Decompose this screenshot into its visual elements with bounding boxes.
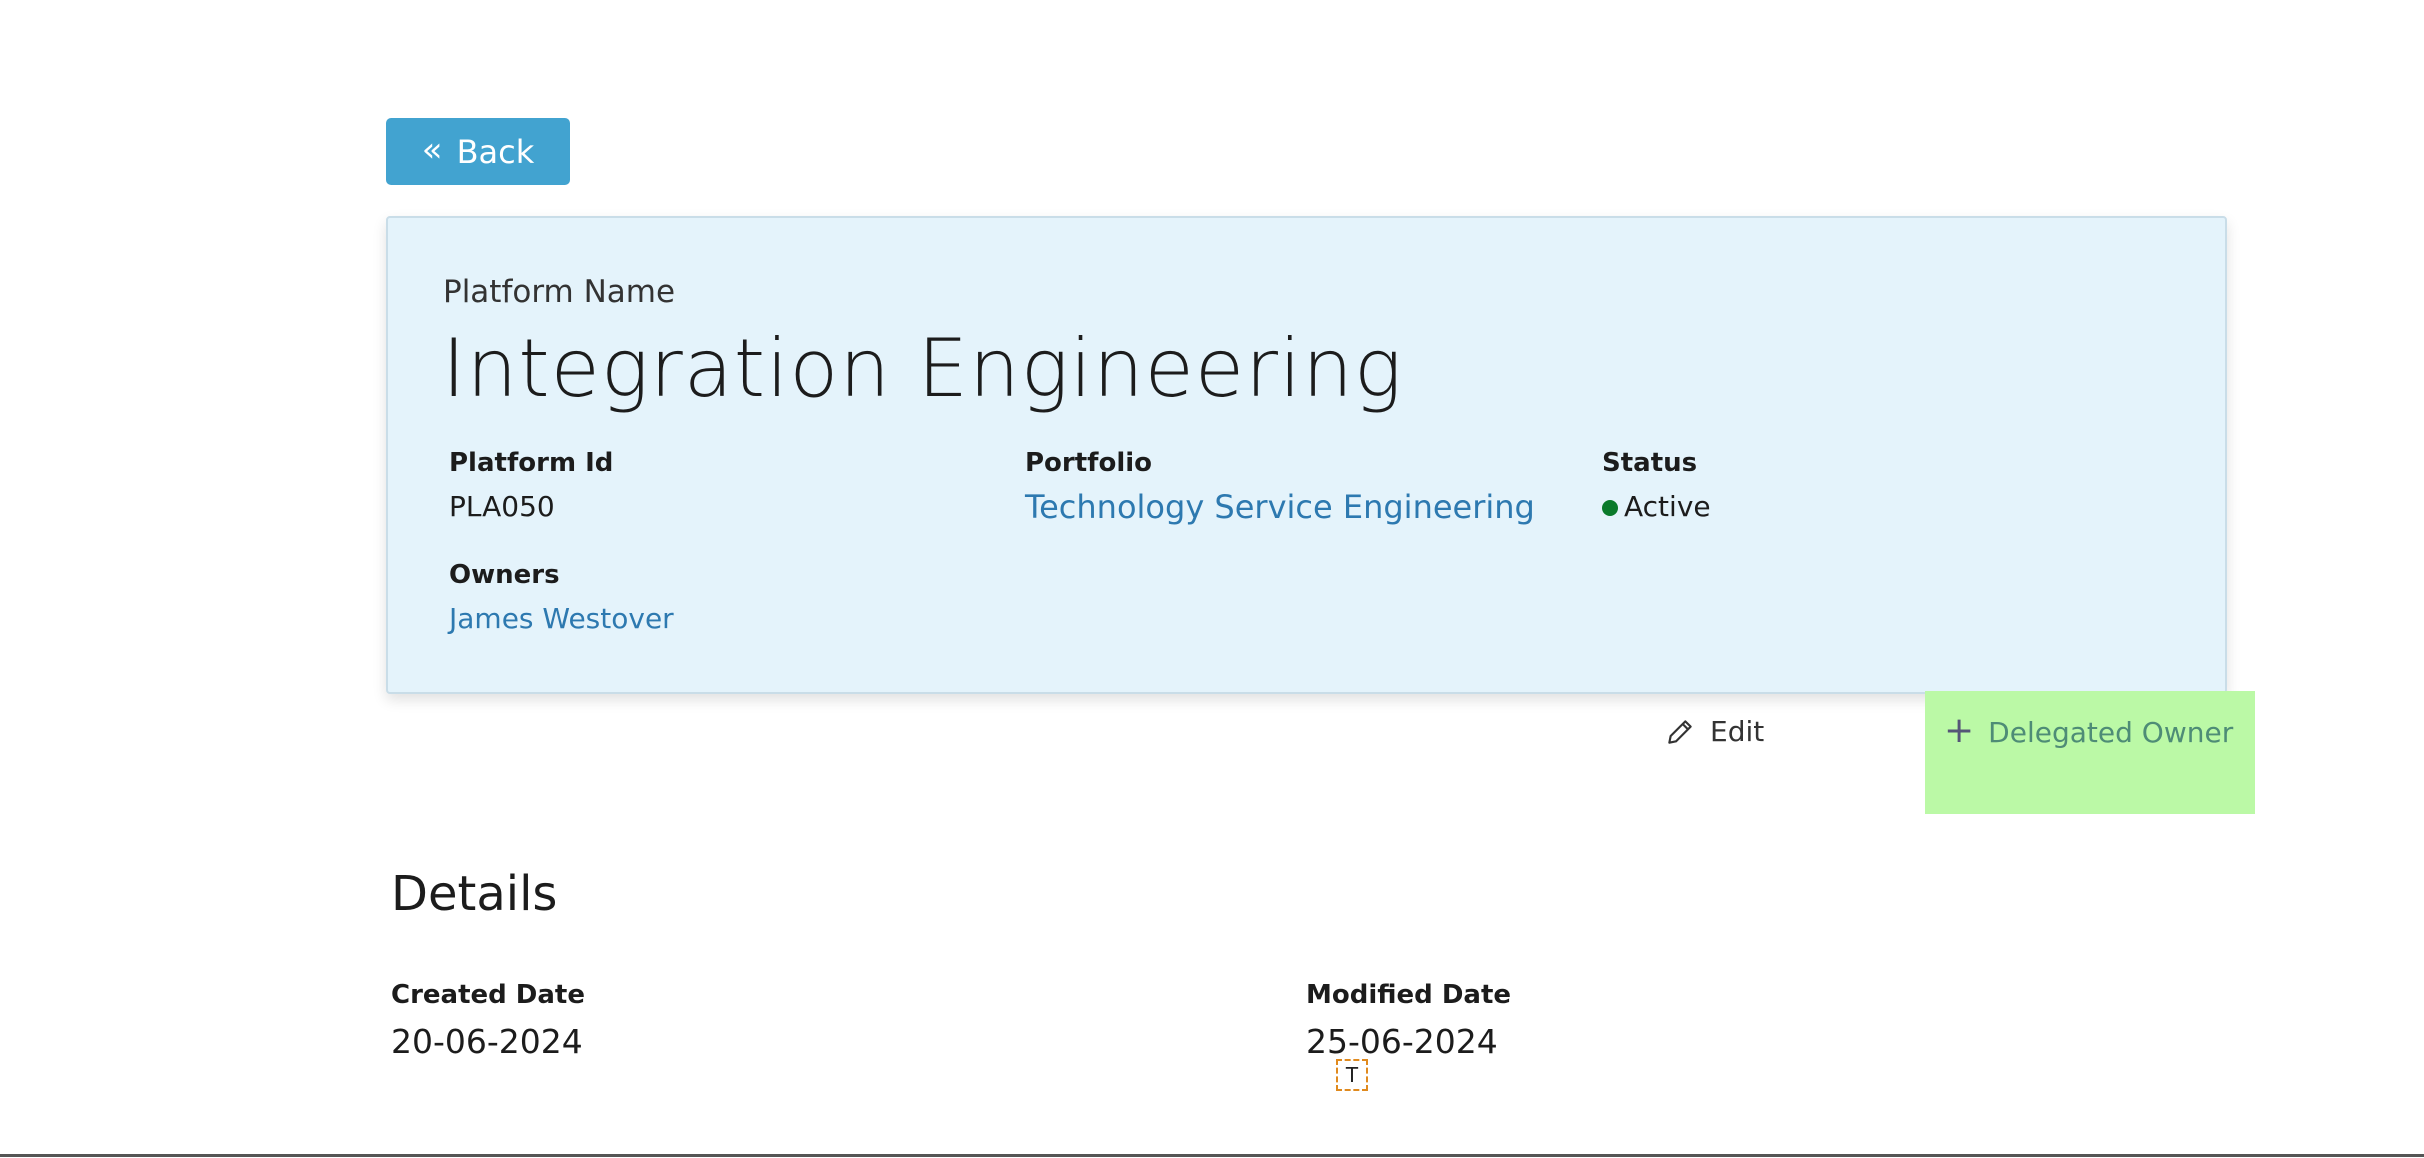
portfolio-field: Portfolio Technology Service Engineering xyxy=(1025,448,1535,526)
platform-id-field: Platform Id PLA050 xyxy=(449,448,613,523)
back-button-label: Back xyxy=(456,132,535,171)
modified-date-label: Modified Date xyxy=(1306,980,1512,1010)
created-date-field: Created Date 20-06-2024 xyxy=(391,980,585,1061)
status-field: Status Active xyxy=(1602,448,1711,523)
platform-id-value: PLA050 xyxy=(449,490,555,523)
status-label: Status xyxy=(1602,448,1698,478)
edit-label: Edit xyxy=(1710,715,1765,748)
created-date-value: 20-06-2024 xyxy=(391,1022,583,1061)
owners-field: Owners James Westover xyxy=(449,560,674,635)
owner-link[interactable]: James Westover xyxy=(449,602,674,635)
edit-button[interactable]: Edit xyxy=(1664,715,1764,748)
status-dot-icon xyxy=(1602,500,1618,516)
portfolio-label: Portfolio xyxy=(1025,448,1153,478)
platform-name: Integration Engineering xyxy=(442,322,1403,415)
modified-date-value: 25-06-2024 xyxy=(1306,1022,1498,1061)
platform-detail-page: « Back Platform Name Integration Enginee… xyxy=(0,0,2424,1158)
back-button[interactable]: « Back xyxy=(386,118,570,185)
bottom-divider xyxy=(0,1154,2424,1157)
plus-icon: + xyxy=(1944,709,1975,751)
platform-id-label: Platform Id xyxy=(449,448,614,478)
platform-name-label: Platform Name xyxy=(443,274,676,310)
portfolio-link[interactable]: Technology Service Engineering xyxy=(1025,488,1535,526)
delegated-owner-label: Delegated Owner xyxy=(1988,716,2234,749)
double-chevron-left-icon: « xyxy=(421,129,443,170)
owners-label: Owners xyxy=(449,560,560,590)
pencil-icon xyxy=(1668,719,1692,744)
modified-date-field: Modified Date 25-06-2024 xyxy=(1306,980,1511,1061)
status-text: Active xyxy=(1624,490,1711,523)
add-delegated-owner-button[interactable]: + Delegated Owner xyxy=(1944,709,2234,751)
created-date-label: Created Date xyxy=(391,980,585,1010)
text-cursor-marker: T xyxy=(1336,1059,1368,1091)
status-value: Active xyxy=(1602,490,1711,523)
platform-card: Platform Name Integration Engineering Pl… xyxy=(386,216,2227,694)
delegated-owner-highlight xyxy=(1925,691,2255,814)
details-heading: Details xyxy=(391,866,558,922)
